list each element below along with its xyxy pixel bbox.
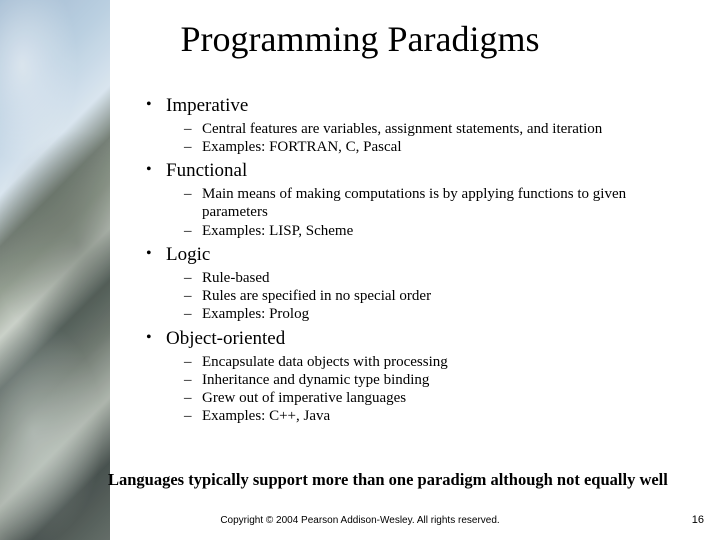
sub-list-item: Examples: Prolog (166, 305, 695, 323)
list-item: Functional Main means of making computat… (140, 160, 695, 240)
list-item: Object-oriented Encapsulate data objects… (140, 328, 695, 426)
bullet-list: Imperative Central features are variable… (140, 95, 695, 426)
list-item-label: Functional (166, 160, 247, 181)
slide-content: Programming Paradigms Imperative Central… (0, 0, 720, 540)
sub-list: Main means of making computations is by … (166, 185, 695, 240)
sub-list-item: Examples: C++, Java (166, 407, 695, 425)
page-number: 16 (692, 514, 704, 526)
sub-list-item: Inheritance and dynamic type binding (166, 371, 695, 389)
list-item: Imperative Central features are variable… (140, 95, 695, 156)
sub-list: Encapsulate data objects with processing… (166, 353, 695, 426)
sub-list-item: Main means of making computations is by … (166, 185, 695, 222)
slide-body: Imperative Central features are variable… (140, 95, 695, 430)
sub-list-item: Rules are specified in no special order (166, 287, 695, 305)
slide-title: Programming Paradigms (0, 18, 720, 60)
sub-list-item: Central features are variables, assignme… (166, 120, 695, 138)
list-item-label: Logic (166, 244, 210, 265)
list-item-label: Imperative (166, 95, 248, 116)
list-item-label: Object-oriented (166, 328, 285, 349)
copyright-text: Copyright © 2004 Pearson Addison-Wesley.… (0, 515, 720, 526)
sub-list-item: Encapsulate data objects with processing (166, 353, 695, 371)
sub-list: Rule-based Rules are specified in no spe… (166, 269, 695, 324)
sub-list-item: Rule-based (166, 269, 695, 287)
sub-list-item: Grew out of imperative languages (166, 389, 695, 407)
sub-list-item: Examples: LISP, Scheme (166, 222, 695, 240)
list-item: Logic Rule-based Rules are specified in … (140, 244, 695, 324)
slide: Programming Paradigms Imperative Central… (0, 0, 720, 540)
sub-list-item: Examples: FORTRAN, C, Pascal (166, 138, 695, 156)
footer-note: Languages typically support more than on… (108, 470, 708, 490)
sub-list: Central features are variables, assignme… (166, 120, 695, 157)
